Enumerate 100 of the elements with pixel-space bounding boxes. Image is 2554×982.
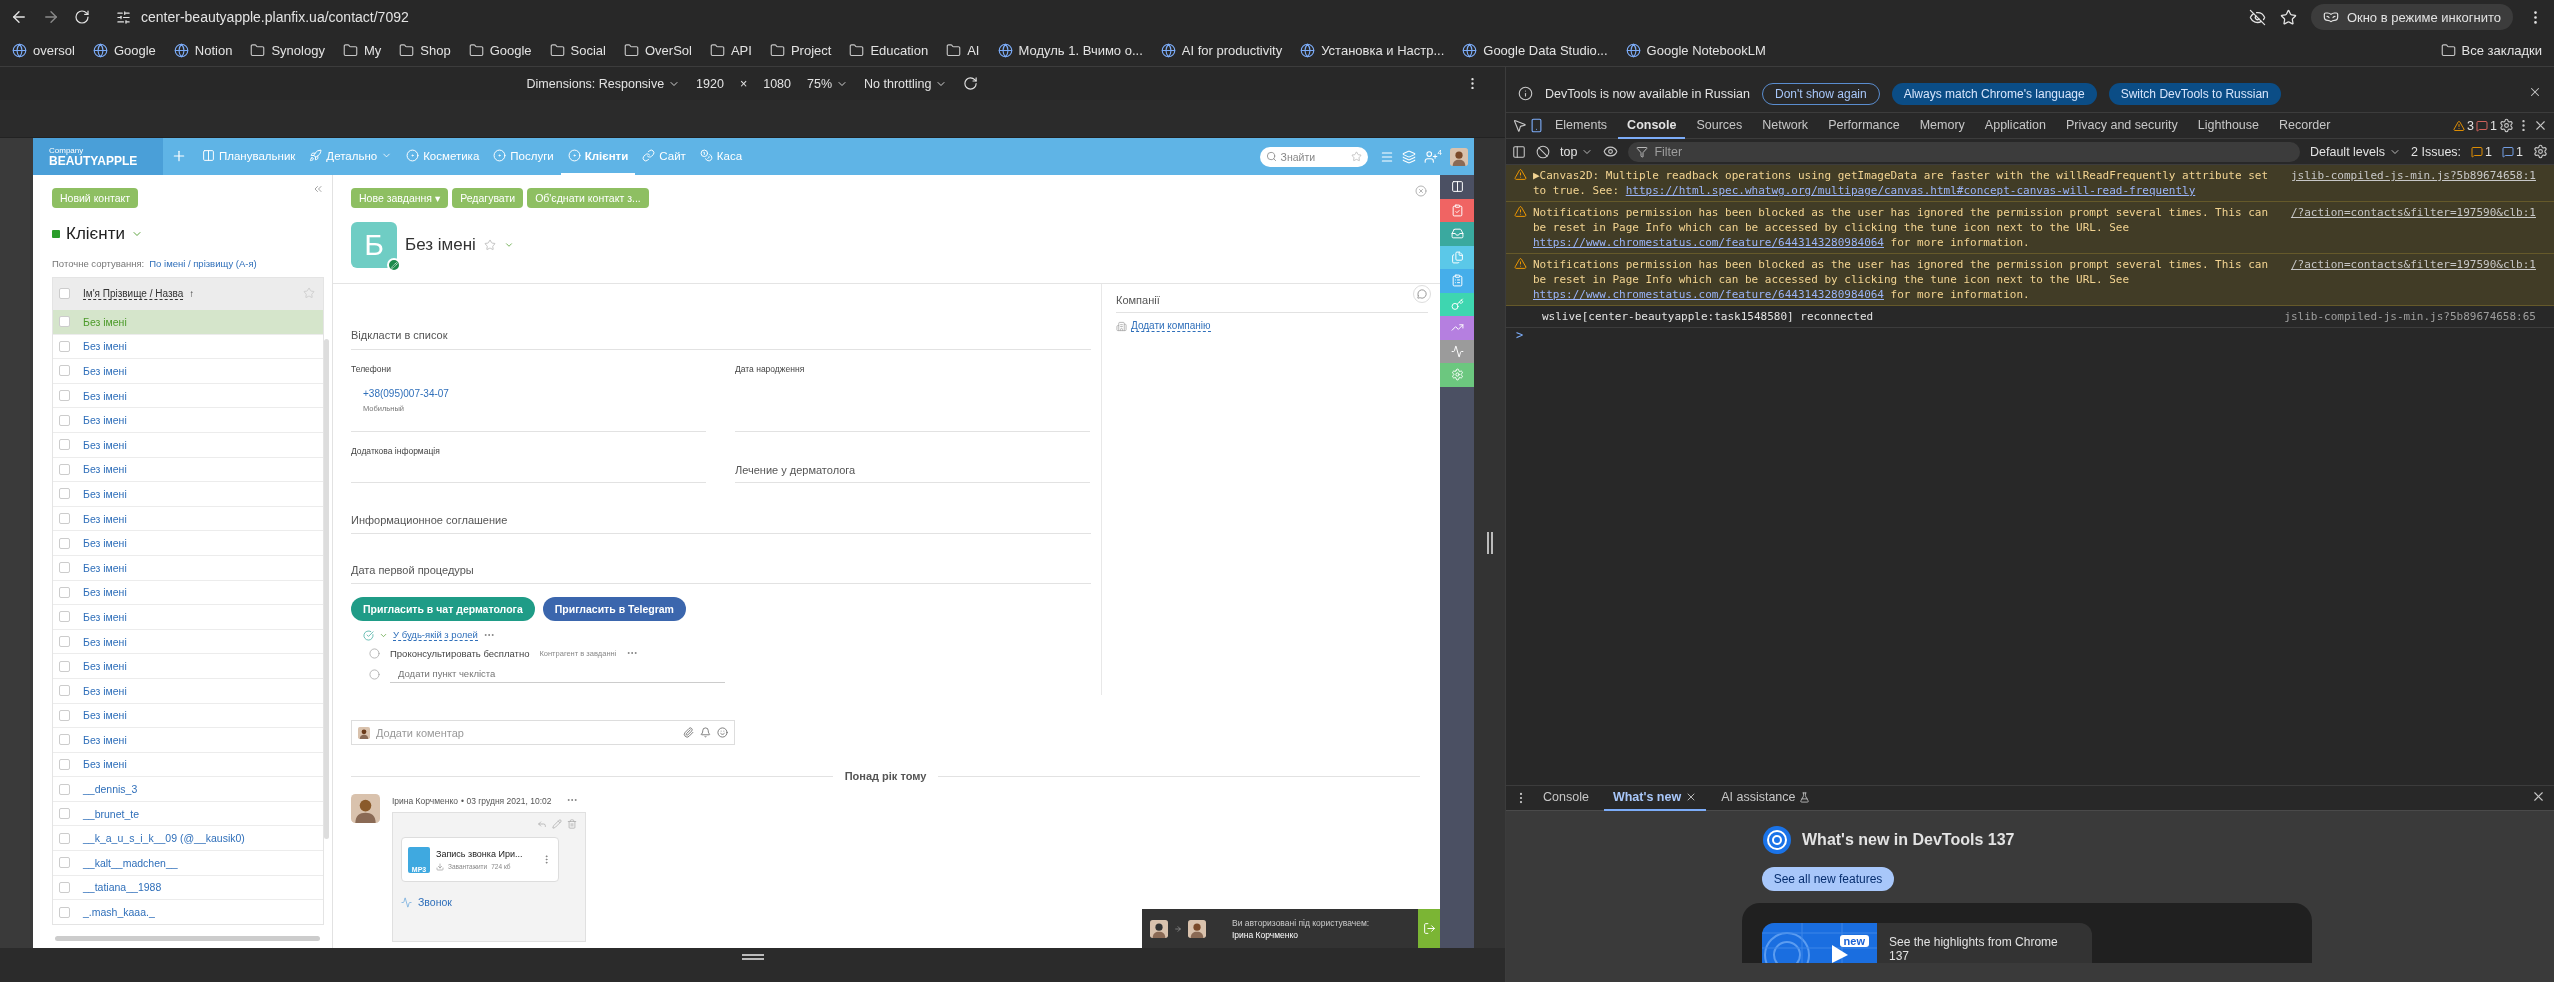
zoom-dropdown[interactable]: 75% <box>807 76 849 91</box>
bookmark[interactable]: Google <box>92 42 156 58</box>
bookmark[interactable]: Synology <box>250 42 325 58</box>
sort-link[interactable]: По імені / прізвищу (А-я) <box>149 258 257 269</box>
message-link[interactable]: https://html.spec.whatwg.org/multipage/canvas.html#concept-canvas-will-read-frequently <box>1625 184 2196 197</box>
bookmark[interactable]: Notion <box>173 42 233 58</box>
contact-name: Без імені <box>83 438 127 451</box>
bookmark[interactable]: Shop <box>399 42 451 58</box>
bookmark[interactable]: Social <box>549 42 606 58</box>
bookmark[interactable]: AI for productivity <box>1160 42 1283 58</box>
add-company-link[interactable]: Додати компанію <box>1131 320 1211 332</box>
message-text: ▶Canvas2D: Multiple readback operations using getImageData are faster with the willReadFrequently attribute set to true. See: https://html.spec.whatwg.org/multipage/canvas.html#concept-canvas-will-read-frequently <box>1533 168 2270 198</box>
contact-name: __dennis_3 <box>83 783 138 796</box>
devtools-tab[interactable]: Elements <box>1546 112 1617 139</box>
contact-name: _.mash_kaaa._ <box>83 906 155 919</box>
contact-name: Без імені <box>83 389 127 402</box>
banner-button[interactable]: Always match Chrome's language <box>1891 82 2097 105</box>
drawer-tab[interactable]: Console <box>1534 785 1598 811</box>
bookmark[interactable]: My <box>342 42 382 58</box>
history-divider-label: Понад рік тому <box>844 770 927 782</box>
comment-author: Ірина Корчменко <box>392 796 459 806</box>
devtools-tab[interactable]: Console <box>1618 112 1686 139</box>
auth-user: Ірина Корчменко <box>1232 929 1300 940</box>
contact-name: Без імені <box>83 733 127 746</box>
invite-button[interactable]: Пригласить в Telegram <box>542 597 686 621</box>
bookmark[interactable]: Project <box>769 42 832 58</box>
dimensions-dropdown[interactable]: Dimensions: Responsive <box>526 76 681 91</box>
contact-name: Без імені <box>83 463 127 476</box>
source-link[interactable]: jslib-compiled-js-min.js?5b89674658:1 <box>2290 168 2536 183</box>
phone-link[interactable]: +38(095)007-34-07 <box>363 388 706 399</box>
whats-new-title: What's new in DevTools 137 <box>1802 831 2015 849</box>
devtools-tab[interactable]: Recorder <box>2270 112 2340 139</box>
column-header[interactable]: Ім'я Прізвище / Назва <box>83 287 184 300</box>
people-count: 4 <box>1437 148 1442 157</box>
incognito-chip[interactable]: Окно в режиме инкогнито <box>2310 4 2513 30</box>
address-bar[interactable]: center-beautyapple.planfix.ua/contact/7092 <box>104 4 2235 30</box>
drawer-tab[interactable]: AI assistance <box>1712 785 1820 811</box>
bookmark[interactable]: AI <box>946 42 980 58</box>
search-field[interactable]: Знайти <box>1259 146 1368 167</box>
bookmark[interactable]: Education <box>849 42 929 58</box>
see-features-button[interactable]: See all new features <box>1762 867 1894 891</box>
contact-name: __tatiana__1988 <box>83 881 162 894</box>
devtools-tab[interactable]: Network <box>1753 112 1818 139</box>
bookmark[interactable]: Модуль 1. Вчимо о... <box>997 42 1143 58</box>
filter-field[interactable]: Filter <box>1628 141 2300 162</box>
contact-name: Без імені <box>83 512 127 525</box>
field-label: Додаткова інформація <box>351 446 441 456</box>
bookmark[interactable]: Установка и Настр... <box>1300 42 1445 58</box>
message-text: wslive[center-beautyapple:task1548580] reconnected <box>1542 309 1875 324</box>
message-link[interactable]: https://www.chromestatus.com/feature/6443143280984064 <box>1533 288 1884 301</box>
comment-date: • 03 грудня 2021, 10:02 <box>461 796 552 806</box>
message-text: Notifications permission has been blocked as the user has ignored the permission prompt several times. This can be reset in Page Info which can be accessed by clicking the tune icon next to the URL. See https://www.chromestatus.com/feature/6443143280984064 for more information. <box>1533 257 2270 302</box>
drawer-tab[interactable]: What's new <box>1603 785 1707 811</box>
contact-name-title: Без імені <box>405 235 476 255</box>
contact-name: Без імені <box>83 684 127 697</box>
checklist-group[interactable]: У будь-якій з ролей <box>393 629 478 641</box>
invite-button[interactable]: Пригласить в чат дерматолога <box>351 597 535 621</box>
all-bookmarks[interactable]: Все закладки <box>2440 42 2542 58</box>
source-link[interactable]: /?action=contacts&filter=197590&clb:1 <box>2290 205 2536 220</box>
contact-name: Без імені <box>83 635 127 648</box>
contact-name: Без імені <box>83 414 127 427</box>
bookmark[interactable]: API <box>709 42 752 58</box>
sort-label: Поточне сортування: <box>52 258 145 269</box>
message-link[interactable]: https://www.chromestatus.com/feature/6443143280984064 <box>1533 236 1884 249</box>
contact-name: Без імені <box>83 610 127 623</box>
checklist-item: Проконсультировать бесплатно <box>390 647 530 659</box>
bookmark[interactable]: oversol <box>12 42 75 58</box>
error-badge[interactable]: 1 <box>2476 118 2497 133</box>
source-link[interactable]: jslib-compiled-js-min.js?5b89674658:65 <box>2284 309 2536 324</box>
contact-avatar: Б <box>351 222 397 268</box>
issue-warning-badge[interactable]: 1 <box>2471 144 2493 159</box>
issues-label: 2 Issues: <box>2411 144 2462 159</box>
devtools-tab[interactable]: Application <box>1975 112 2055 139</box>
throttling-dropdown[interactable]: No throttling <box>864 76 948 91</box>
issue-info-badge[interactable]: 1 <box>2502 144 2523 159</box>
bookmark[interactable]: Google NotebookLM <box>1625 42 1766 58</box>
contact-name: Без імені <box>83 660 127 673</box>
bookmark[interactable]: OverSol <box>623 42 692 58</box>
contact-name: Без імені <box>83 315 127 328</box>
devtools-tab[interactable]: Sources <box>1687 112 1752 139</box>
warning-badge[interactable]: 3 <box>2453 118 2475 133</box>
call-link[interactable]: Звонок <box>418 896 452 908</box>
contact-name: Без імені <box>83 758 127 771</box>
banner-button[interactable]: Switch DevTools to Russian <box>2108 82 2281 105</box>
devtools-tab[interactable]: Lighthouse <box>2188 112 2269 139</box>
devtools-tab[interactable]: Memory <box>1910 112 1974 139</box>
context-dropdown[interactable]: top <box>1560 144 1594 159</box>
field-label: Телефони <box>351 364 392 374</box>
width-value: 1920 <box>696 76 724 91</box>
highlight-text: See the highlights from Chrome 137 <box>1888 934 2059 963</box>
bookmark[interactable]: Google <box>468 42 532 58</box>
devtools-tab[interactable]: Performance <box>1819 112 1909 139</box>
times-sign: × <box>739 76 748 91</box>
source-link[interactable]: /?action=contacts&filter=197590&clb:1 <box>2290 257 2536 272</box>
levels-dropdown[interactable]: Default levels <box>2310 144 2402 159</box>
field-label: Дата первой процедуры <box>351 564 475 576</box>
console-prompt[interactable]: > <box>1506 324 1534 346</box>
bookmark[interactable]: Google Data Studio... <box>1462 42 1608 58</box>
devtools-tab[interactable]: Privacy and security <box>2057 112 2187 139</box>
contact-name: __brunet_te <box>83 807 140 820</box>
